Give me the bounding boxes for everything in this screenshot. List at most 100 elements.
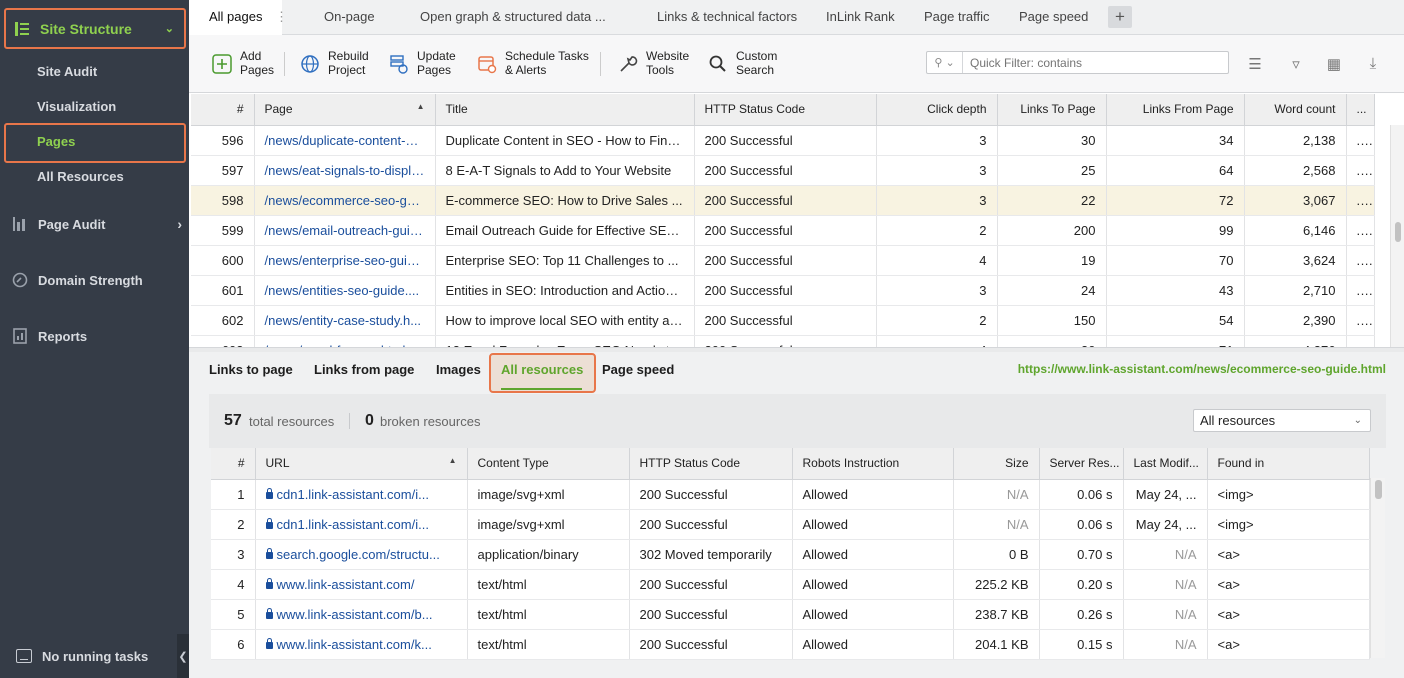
table-row[interactable]: 599/news/email-outreach-guid... Email Out… [191,215,1375,246]
table-cell: 72 [1106,185,1245,216]
table-cell: 3,067 [1244,185,1347,216]
quick-filter-input[interactable] [963,55,1223,70]
col-server-response[interactable]: Server Res... [1039,448,1124,480]
tab-images[interactable]: Images [436,362,481,377]
table-cell[interactable]: /news/ecommerce-seo-guid... [254,185,436,216]
table-cell[interactable]: www.link-assistant.com/ [255,569,468,600]
website-tools-button[interactable]: Website Tools [617,49,689,77]
grid-view-icon[interactable]: ▦ [1325,55,1343,73]
tab-menu-icon[interactable]: ⋮ [275,0,288,35]
table-row[interactable]: 601/news/entities-seo-guide.... Entities … [191,275,1375,306]
sidebar-item-reports[interactable]: Reports [12,328,182,344]
add-pages-button[interactable]: Add Pages [211,49,274,77]
col-found-in[interactable]: Found in [1207,448,1370,480]
col-click-depth[interactable]: Click depth [876,94,998,126]
table-cell[interactable]: /news/enterprise-seo-guide... [254,245,436,276]
resource-url[interactable]: cdn1.link-assistant.com/i... [277,517,429,532]
col-size[interactable]: Size [953,448,1040,480]
table-row[interactable]: 598/news/ecommerce-seo-guid... E-commerce… [191,185,1375,216]
tab-on-page[interactable]: On-page [324,0,375,35]
table-row[interactable]: 3 search.google.com/structu... application… [211,539,1370,570]
tab-inlink-rank[interactable]: InLink Rank [826,0,895,35]
col-http-status[interactable]: HTTP Status Code [629,448,793,480]
col-index[interactable]: # [211,448,256,480]
resource-filter-select[interactable]: All resources ⌄ [1193,409,1371,432]
table-cell[interactable]: www.link-assistant.com/b... [255,599,468,630]
sidebar-item-page-audit[interactable]: Page Audit › [12,216,182,232]
table-row[interactable]: 4 www.link-assistant.com/text/html 200 Suc… [211,569,1370,600]
tab-links-from-page[interactable]: Links from page [314,362,414,377]
table-cell[interactable]: www.link-assistant.com/k... [255,629,468,660]
add-tab-button[interactable]: + [1108,6,1132,28]
col-links-to-page[interactable]: Links To Page [997,94,1107,126]
table-row[interactable]: 602/news/entity-case-study.h... How to im… [191,305,1375,336]
export-icon[interactable]: ⤓ [1364,55,1382,73]
sidebar-item-site-audit[interactable]: Site Audit [37,64,97,79]
col-url[interactable]: URL ▲ [255,448,468,480]
sidebar-item-visualization[interactable]: Visualization [37,99,116,114]
table-cell[interactable]: cdn1.link-assistant.com/i... [255,479,468,510]
col-http-status[interactable]: HTTP Status Code [694,94,877,126]
running-tasks-status[interactable]: No running tasks [0,634,189,678]
custom-search-button[interactable]: Custom Search [707,49,777,77]
table-cell[interactable]: /news/entity-case-study.h... [254,305,436,336]
table-cell: E-commerce SEO: How to Drive Sales ... [435,185,695,216]
rebuild-project-button[interactable]: Rebuild Project [299,49,369,77]
col-page[interactable]: Page ▲ [254,94,436,126]
filter-search-icon[interactable]: ⚲ ⌄ [927,52,963,73]
table-row[interactable]: 596/news/duplicate-content-gui... Duplica… [191,125,1375,156]
upper-scrollbar[interactable] [1390,125,1404,347]
collapse-sidebar-button[interactable]: ❮ [177,634,189,678]
table-row[interactable]: 597/news/eat-signals-to-display... 8 E-A-… [191,155,1375,186]
tab-all-pages[interactable]: All pages [189,0,283,36]
upper-scroll-thumb[interactable] [1395,222,1401,242]
col-last-modified[interactable]: Last Modif... [1123,448,1208,480]
resource-url[interactable]: search.google.com/structu... [277,547,440,562]
sidebar-item-domain-strength[interactable]: Domain Strength [12,272,182,288]
resource-url[interactable]: www.link-assistant.com/ [277,577,415,592]
lower-scroll-thumb[interactable] [1375,480,1382,499]
update-icon [388,53,410,75]
update-pages-button[interactable]: Update Pages [388,49,456,77]
tab-page-speed-details[interactable]: Page speed [602,362,674,377]
table-row[interactable]: 5 www.link-assistant.com/b... text/html 200… [211,599,1370,630]
resource-url[interactable]: cdn1.link-assistant.com/i... [277,487,429,502]
table-cell: 2,138 [1244,125,1347,156]
tab-all-resources[interactable]: All resources [501,362,583,377]
col-links-from-page[interactable]: Links From Page [1106,94,1245,126]
table-row[interactable]: 1 cdn1.link-assistant.com/i... image/svg+x… [211,479,1370,510]
table-row[interactable]: 6 www.link-assistant.com/k... text/html 200… [211,629,1370,660]
list-view-icon[interactable]: ☰ [1246,55,1264,73]
table-cell[interactable]: /news/eat-signals-to-display... [254,155,436,186]
tab-page-traffic[interactable]: Page traffic [924,0,990,35]
table-cell[interactable]: /news/duplicate-content-gui... [254,125,436,156]
col-content-type[interactable]: Content Type [467,448,630,480]
globe-refresh-icon [299,53,321,75]
funnel-icon[interactable]: ▿ [1287,55,1305,73]
tab-open-graph[interactable]: Open graph & structured data ... [420,0,606,35]
sidebar-item-pages[interactable]: Pages [37,134,75,149]
col-index[interactable]: # [191,94,255,126]
col-word-count[interactable]: Word count [1244,94,1347,126]
tab-links-technical[interactable]: Links & technical factors [657,0,797,35]
resource-url[interactable]: www.link-assistant.com/b... [277,607,433,622]
col-title[interactable]: Title [435,94,695,126]
table-cell: 22 [997,185,1107,216]
col-robots[interactable]: Robots Instruction [792,448,954,480]
table-row[interactable]: 2 cdn1.link-assistant.com/i... image/svg+x… [211,509,1370,540]
table-cell[interactable]: /news/entities-seo-guide.... [254,275,436,306]
table-cell[interactable]: cdn1.link-assistant.com/i... [255,509,468,540]
selected-page-url[interactable]: https://www.link-assistant.com/news/ecom… [1018,362,1386,376]
site-structure-group[interactable]: Site Structure ⌄ [4,8,186,49]
table-cell: Allowed [792,509,954,540]
resource-url[interactable]: www.link-assistant.com/k... [277,637,432,652]
lower-scrollbar[interactable] [1370,478,1385,658]
schedule-tasks-button[interactable]: Schedule Tasks & Alerts [476,49,589,77]
table-cell[interactable]: search.google.com/structu... [255,539,468,570]
tab-page-speed[interactable]: Page speed [1019,0,1088,35]
tab-links-to-page[interactable]: Links to page [209,362,293,377]
col-more[interactable]: ... [1346,94,1375,126]
table-row[interactable]: 600/news/enterprise-seo-guide... Enterpri… [191,245,1375,276]
sidebar-item-all-resources[interactable]: All Resources [37,169,124,184]
table-cell[interactable]: /news/email-outreach-guid... [254,215,436,246]
